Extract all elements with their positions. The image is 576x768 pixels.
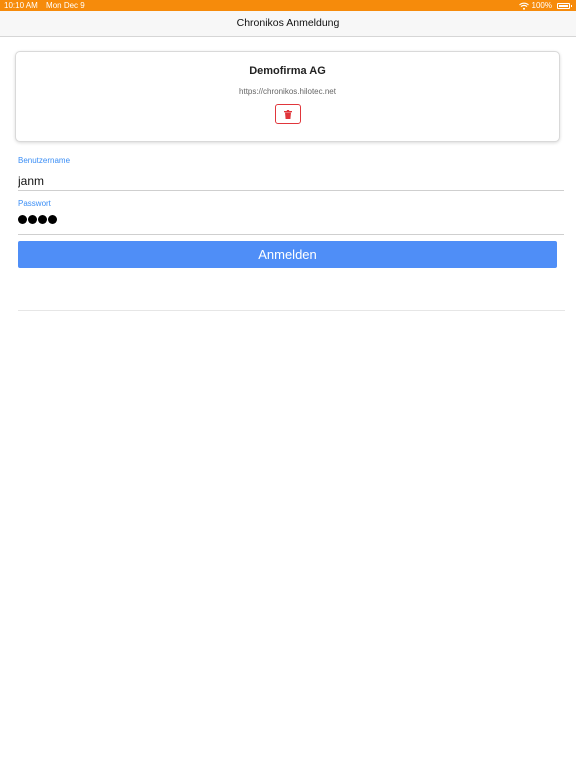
company-url: https://chronikos.hilotec.net <box>239 87 336 96</box>
battery-percent: 100% <box>531 1 552 10</box>
trash-icon <box>284 109 292 119</box>
password-dot <box>28 215 37 224</box>
status-bar: 10:10 AM Mon Dec 9 100% <box>0 0 576 11</box>
page-title: Chronikos Anmeldung <box>236 17 340 29</box>
wifi-icon <box>518 2 529 10</box>
status-right: 100% <box>518 0 572 11</box>
password-dot <box>38 215 47 224</box>
username-label: Benutzername <box>18 156 71 165</box>
status-left: 10:10 AM Mon Dec 9 <box>4 0 91 11</box>
company-name: Demofirma AG <box>249 65 326 77</box>
delete-company-button[interactable] <box>275 104 301 124</box>
password-input[interactable] <box>18 215 57 224</box>
navigation-bar: Chronikos Anmeldung <box>0 11 576 37</box>
login-button[interactable]: Anmelden <box>18 241 557 268</box>
battery-icon <box>557 2 572 9</box>
password-underline <box>18 234 564 235</box>
divider <box>18 310 565 311</box>
company-card: Demofirma AG https://chronikos.hilotec.n… <box>15 51 560 142</box>
password-dot <box>48 215 57 224</box>
status-date: Mon Dec 9 <box>46 1 85 10</box>
status-time: 10:10 AM <box>4 1 38 10</box>
password-dot <box>18 215 27 224</box>
password-label: Passwort <box>18 199 51 208</box>
username-input[interactable] <box>18 172 564 191</box>
